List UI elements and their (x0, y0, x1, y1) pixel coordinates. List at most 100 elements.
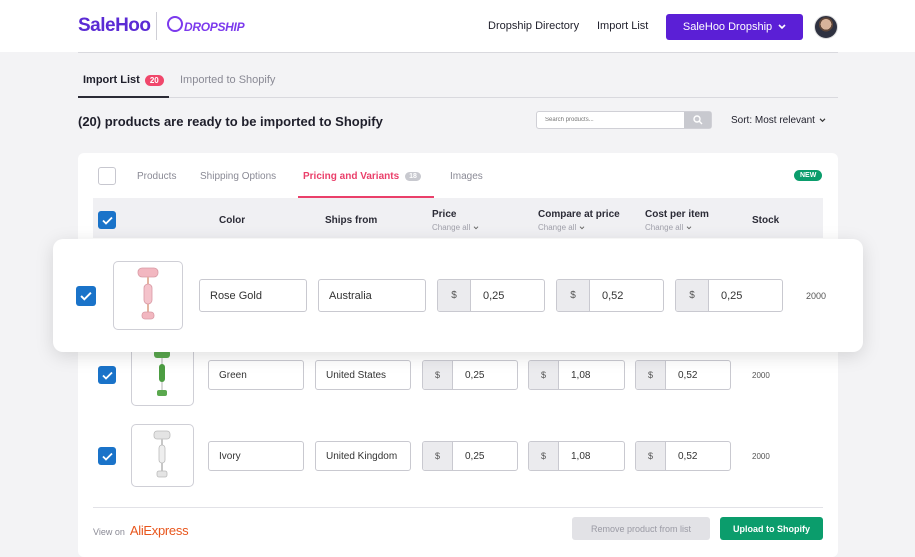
currency-symbol: $ (676, 280, 709, 311)
cost-change-all-label: Change all (645, 223, 684, 232)
variant-cost-value: 0,25 (721, 289, 743, 302)
currency-symbol: $ (529, 361, 559, 389)
search-box (536, 111, 712, 129)
currency-symbol: $ (529, 442, 559, 470)
header-divider (78, 52, 838, 53)
tab-pricing-label: Pricing and Variants (303, 171, 400, 182)
column-stock: Stock (752, 215, 780, 226)
chevron-down-icon (686, 225, 692, 229)
chevron-down-icon (778, 24, 786, 30)
variant-stock: 2000 (752, 452, 770, 461)
search-button[interactable] (684, 112, 711, 128)
select-product-checkbox[interactable] (98, 167, 116, 185)
sort-label: Sort: Most relevant (731, 115, 815, 126)
tab-images[interactable]: Images (450, 171, 483, 182)
search-input[interactable] (537, 112, 685, 128)
sort-dropdown[interactable]: Sort: Most relevant (731, 115, 826, 126)
ivory-roller-image (153, 430, 171, 478)
salehoo-dropship-label: SaleHoo Dropship (682, 21, 773, 33)
check-icon (101, 452, 113, 461)
variant-cost-value: 0,52 (678, 450, 698, 462)
import-count-badge: 20 (144, 74, 164, 86)
dropship-logo[interactable]: DROPSHIP (167, 14, 245, 34)
variant-price-input[interactable]: $ 0,25 (422, 360, 518, 390)
chevron-down-icon (579, 225, 585, 229)
variant-compare-price-input[interactable]: $ 1,08 (528, 360, 625, 390)
variant-checkbox[interactable] (76, 286, 96, 306)
variant-ships-from-input[interactable]: United States (315, 360, 411, 390)
nav-dropship-directory[interactable]: Dropship Directory (488, 20, 579, 32)
new-badge: NEW (794, 170, 823, 181)
highlighted-variant-row: Rose Gold Australia $ 0,25 $ 0,52 $ 0,25… (53, 239, 863, 352)
tab-shipping-options[interactable]: Shipping Options (200, 171, 276, 182)
column-color: Color (219, 215, 246, 226)
variant-thumbnail[interactable] (131, 343, 194, 406)
salehoo-logo[interactable]: SaleHoo (78, 15, 151, 37)
variant-checkbox[interactable] (98, 366, 116, 384)
price-change-all-label: Change all (432, 223, 471, 232)
variant-price-input[interactable]: $ 0,25 (437, 279, 545, 312)
top-navigation-bar: SaleHoo DROPSHIP Dropship Directory Impo… (0, 0, 915, 52)
variant-stock: 2000 (752, 371, 770, 380)
chevron-down-icon (819, 118, 826, 123)
variant-price-input[interactable]: $ 0,25 (422, 441, 518, 471)
variant-cost-input[interactable]: $ 0,52 (635, 441, 731, 471)
logo-divider (156, 12, 157, 40)
view-on-aliexpress[interactable]: View on AliExpress (93, 523, 189, 538)
column-cost-per-item: Cost per item (645, 209, 709, 220)
price-change-all[interactable]: Change all (432, 223, 479, 232)
variant-price-value: 0,25 (465, 369, 485, 381)
compare-change-all[interactable]: Change all (538, 223, 585, 232)
salehoo-dropship-menu-button[interactable]: SaleHoo Dropship (666, 14, 803, 40)
cost-change-all[interactable]: Change all (645, 223, 692, 232)
variant-compare-price-value: 1,08 (571, 450, 591, 462)
tab-import-list[interactable]: Import List 20 (83, 74, 164, 86)
search-icon (692, 115, 702, 125)
variant-checkbox[interactable] (98, 447, 116, 465)
view-on-label: View on (93, 527, 125, 537)
product-card: Products Shipping Options Pricing and Va… (78, 153, 838, 557)
check-icon (101, 371, 113, 380)
variants-table-header: Color Ships from Price Change all Compar… (93, 198, 823, 238)
variant-cost-input[interactable]: $ 0,25 (675, 279, 783, 312)
tab-products[interactable]: Products (137, 171, 176, 182)
tab-imported-to-shopify[interactable]: Imported to Shopify (180, 74, 275, 86)
rose-quartz-roller-image (137, 267, 159, 320)
page-title: (20) products are ready to be imported t… (78, 114, 383, 129)
variant-compare-price-input[interactable]: $ 1,08 (528, 441, 625, 471)
user-avatar[interactable] (814, 15, 838, 39)
currency-symbol: $ (423, 442, 453, 470)
tab-import-list-label: Import List (83, 74, 140, 86)
column-compare-at-price: Compare at price (538, 209, 620, 220)
variant-compare-price-value: 1,08 (571, 369, 591, 381)
variant-stock: 2000 (806, 291, 827, 301)
variant-compare-price-input[interactable]: $ 0,52 (556, 279, 664, 312)
variant-cost-value: 0,52 (678, 369, 698, 381)
variant-color-input[interactable]: Ivory (208, 441, 304, 471)
variant-cost-input[interactable]: $ 0,52 (635, 360, 731, 390)
currency-symbol: $ (636, 361, 666, 389)
variant-ships-from-input[interactable]: Australia (318, 279, 426, 312)
active-tab-underline (78, 96, 169, 98)
check-icon (80, 292, 92, 301)
variant-price-value: 0,25 (465, 450, 485, 462)
currency-symbol: $ (438, 280, 471, 311)
variant-thumbnail[interactable] (113, 261, 183, 330)
column-ships-from: Ships from (325, 215, 378, 226)
variants-count-badge: 18 (405, 172, 421, 181)
column-price: Price (432, 209, 457, 220)
dropship-logo-icon (167, 16, 183, 32)
aliexpress-logo: AliExpress (129, 523, 189, 538)
variant-color-input[interactable]: Green (208, 360, 304, 390)
check-icon (101, 216, 113, 225)
upload-to-shopify-button[interactable]: Upload to Shopify (720, 517, 823, 540)
tab-pricing-and-variants[interactable]: Pricing and Variants 18 (303, 171, 421, 182)
currency-symbol: $ (636, 442, 666, 470)
nav-import-list[interactable]: Import List (597, 20, 648, 32)
select-all-variants-checkbox[interactable] (98, 211, 116, 229)
variant-thumbnail[interactable] (131, 424, 194, 487)
remove-product-button[interactable]: Remove product from list (572, 517, 710, 540)
dropship-logo-text: DROPSHIP (184, 20, 245, 34)
variant-ships-from-input[interactable]: United Kingdom (315, 441, 411, 471)
variant-color-input[interactable]: Rose Gold (199, 279, 307, 312)
